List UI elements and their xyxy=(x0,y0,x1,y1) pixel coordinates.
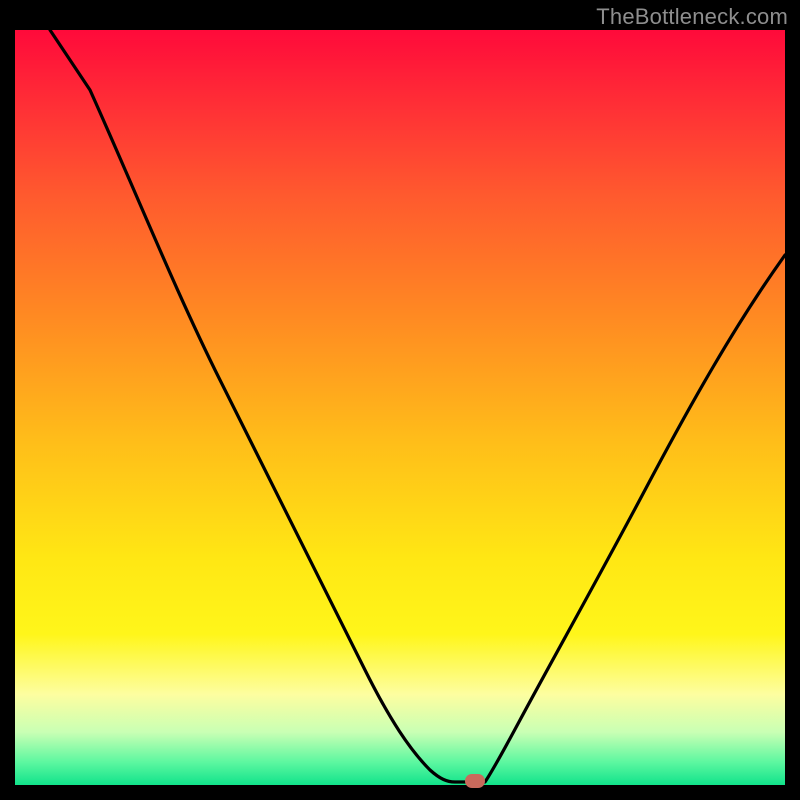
plot-area xyxy=(15,30,785,785)
chart-stage: TheBottleneck.com xyxy=(0,0,800,800)
watermark-text: TheBottleneck.com xyxy=(596,4,788,30)
bottleneck-curve xyxy=(15,30,785,785)
curve-path xyxy=(50,30,785,782)
optimal-point-marker xyxy=(465,774,485,788)
